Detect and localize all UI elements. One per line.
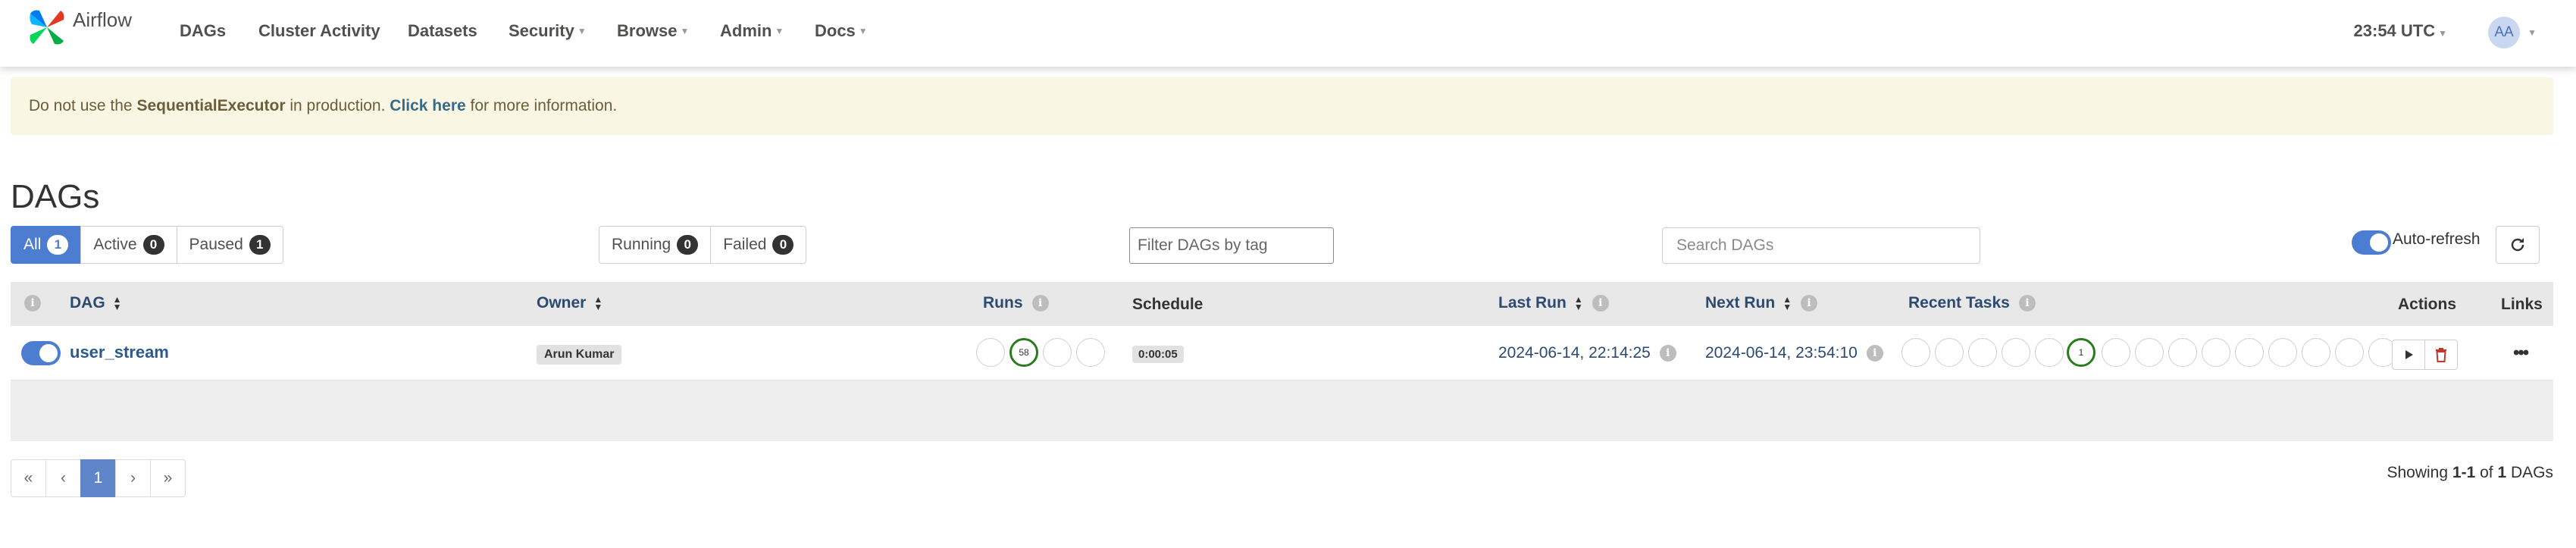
- task-state-circle[interactable]: [1901, 338, 1930, 367]
- header-owner[interactable]: Owner ▲ ▼: [537, 294, 603, 312]
- schedule-badge: 0:00:05: [1132, 346, 1184, 363]
- task-state-success-circle[interactable]: 1: [2067, 338, 2096, 367]
- filter-active[interactable]: Active 0: [80, 226, 177, 264]
- user-avatar[interactable]: AA: [2488, 17, 2520, 49]
- executor-warning-alert: Do not use the SequentialExecutor in pro…: [11, 77, 2553, 135]
- showing-count: Showing 1-1 of 1 DAGs: [2387, 464, 2553, 481]
- sort-icon: ▲ ▼: [112, 294, 122, 312]
- nav-cluster-activity[interactable]: Cluster Activity: [258, 21, 380, 41]
- task-state-circle[interactable]: [2002, 338, 2030, 367]
- sort-icon: ▲ ▼: [593, 294, 603, 312]
- header-recent-tasks: Recent Tasks i: [1908, 294, 2036, 312]
- header-schedule: Schedule: [1132, 296, 1203, 313]
- info-icon: i: [1801, 295, 1818, 312]
- run-state-filter-group: Running 0 Failed 0: [599, 226, 807, 264]
- table-row: user_stream Arun Kumar 58 0:00:05 2024-0…: [11, 326, 2553, 380]
- trash-icon: [2436, 348, 2446, 362]
- task-state-circle[interactable]: [2102, 338, 2130, 367]
- filter-failed[interactable]: Failed 0: [710, 226, 807, 264]
- filter-paused[interactable]: Paused 1: [176, 226, 283, 264]
- sort-icon: ▲ ▼: [1783, 294, 1792, 312]
- status-filter-group: All 1 Active 0 Paused 1: [11, 226, 283, 264]
- dag-id-link[interactable]: user_stream: [70, 343, 169, 362]
- run-state-success-circle[interactable]: 58: [1009, 338, 1038, 367]
- next-run-date: 2024-06-14, 23:54:10 i: [1705, 344, 1883, 362]
- chevron-down-icon: ▼: [2527, 27, 2537, 38]
- page-prev[interactable]: ‹: [45, 459, 81, 497]
- header-dag[interactable]: DAG ▲ ▼: [70, 294, 122, 312]
- task-state-circle[interactable]: [2235, 338, 2264, 367]
- time-display[interactable]: 23:54 UTC ▼: [2354, 21, 2447, 41]
- filter-all[interactable]: All 1: [11, 226, 82, 264]
- play-icon: [2405, 350, 2413, 359]
- sort-icon: ▲ ▼: [1573, 294, 1583, 312]
- chevron-down-icon: ▼: [775, 26, 784, 36]
- chevron-down-icon: ▼: [858, 26, 868, 36]
- more-links-icon[interactable]: •••: [2513, 343, 2529, 364]
- run-state-circle[interactable]: [976, 338, 1005, 367]
- header-links: Links: [2501, 296, 2543, 313]
- page-current[interactable]: 1: [80, 459, 116, 497]
- chevron-down-icon: ▼: [2438, 28, 2447, 39]
- page-last[interactable]: »: [150, 459, 186, 497]
- trigger-dag-button[interactable]: [2392, 340, 2425, 370]
- brand[interactable]: Airflow: [26, 6, 132, 49]
- executor-name: SequentialExecutor: [136, 97, 286, 114]
- delete-dag-button[interactable]: [2424, 340, 2458, 370]
- click-here-link[interactable]: Click here: [390, 97, 465, 114]
- tag-filter-input[interactable]: Filter DAGs by tag: [1129, 227, 1334, 264]
- search-dags-input[interactable]: Search DAGs: [1662, 227, 1980, 264]
- task-state-circle[interactable]: [2035, 338, 2064, 367]
- airflow-logo-icon: [30, 10, 64, 45]
- nav-admin[interactable]: Admin ▼: [720, 21, 784, 41]
- refresh-icon: [2511, 238, 2524, 252]
- header-info-icon: i: [24, 295, 41, 312]
- info-icon: i: [2018, 295, 2036, 312]
- chevron-down-icon: ▼: [577, 26, 587, 36]
- run-state-circle[interactable]: [1043, 338, 1072, 367]
- nav-datasets[interactable]: Datasets: [408, 21, 477, 41]
- run-state-circle[interactable]: [1076, 338, 1105, 367]
- page-first[interactable]: «: [11, 459, 46, 497]
- task-state-circle[interactable]: [2168, 338, 2197, 367]
- auto-refresh-label: Auto-refresh: [2393, 230, 2481, 248]
- page-title: DAGs: [11, 178, 100, 216]
- nav-docs[interactable]: Docs ▼: [815, 21, 868, 41]
- filter-running[interactable]: Running 0: [599, 226, 712, 264]
- nav-security[interactable]: Security ▼: [509, 21, 587, 41]
- task-state-circle[interactable]: [2268, 338, 2297, 367]
- task-state-circle[interactable]: [1968, 338, 1997, 367]
- nav-dags[interactable]: DAGs: [180, 21, 226, 41]
- last-run-date[interactable]: 2024-06-14, 22:14:25 i: [1498, 344, 1676, 362]
- brand-name: Airflow: [73, 8, 133, 31]
- pagination: « ‹ 1 › »: [11, 459, 186, 497]
- header-next-run[interactable]: Next Run ▲ ▼ i: [1705, 294, 1818, 312]
- page-next[interactable]: ›: [115, 459, 151, 497]
- refresh-button[interactable]: [2496, 226, 2540, 264]
- header-last-run[interactable]: Last Run ▲ ▼ i: [1498, 294, 1609, 312]
- task-state-circle[interactable]: [2335, 338, 2364, 367]
- task-state-circle[interactable]: [2302, 338, 2330, 367]
- top-navbar: Airflow DAGs Cluster Activity Datasets S…: [0, 0, 2576, 67]
- info-icon: i: [1866, 345, 1883, 362]
- task-state-circle[interactable]: [1935, 338, 1964, 367]
- table-empty-area: [11, 380, 2553, 441]
- info-icon: i: [1031, 295, 1049, 312]
- task-state-circle[interactable]: [2135, 338, 2164, 367]
- auto-refresh-toggle[interactable]: [2352, 230, 2391, 255]
- auto-refresh-control: Auto-refresh: [2352, 230, 2481, 255]
- dag-pause-toggle[interactable]: [21, 341, 61, 365]
- info-icon: i: [1659, 345, 1676, 362]
- task-state-circle[interactable]: [2202, 338, 2230, 367]
- dags-table-header: i DAG ▲ ▼ Owner ▲ ▼ Runs i Schedule Last Run ▲…: [11, 282, 2553, 326]
- header-actions: Actions: [2398, 296, 2457, 313]
- info-icon: i: [1592, 295, 1609, 312]
- owner-badge[interactable]: Arun Kumar: [537, 345, 622, 365]
- nav-browse[interactable]: Browse ▼: [617, 21, 689, 41]
- header-runs: Runs i: [983, 294, 1049, 312]
- chevron-down-icon: ▼: [680, 26, 690, 36]
